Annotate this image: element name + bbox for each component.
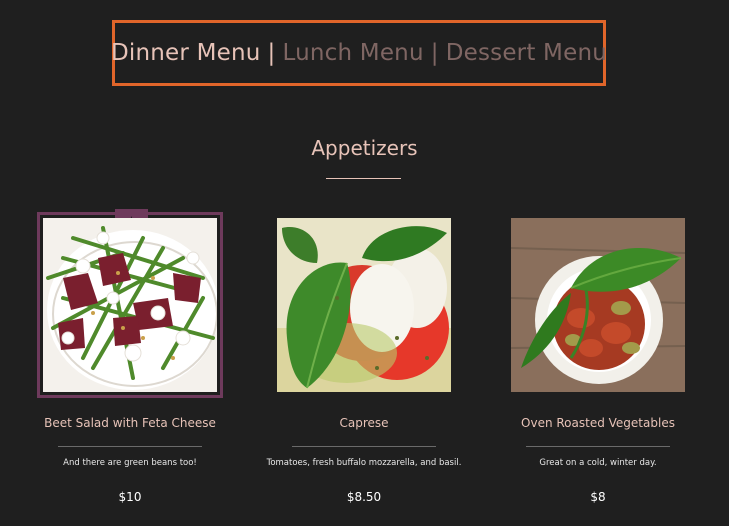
item-description: And there are green beans too! bbox=[63, 458, 197, 468]
caprese-image[interactable] bbox=[277, 218, 451, 392]
nav-separator: | bbox=[430, 40, 439, 66]
item-description: Tomatoes, fresh buffalo mozzarella, and … bbox=[266, 458, 462, 468]
section-divider bbox=[326, 178, 401, 179]
beet-salad-image[interactable] bbox=[43, 218, 217, 392]
item-name: Caprese bbox=[339, 416, 389, 430]
item-divider bbox=[526, 446, 670, 447]
item-price: $8.50 bbox=[346, 490, 382, 504]
item-divider bbox=[292, 446, 436, 447]
item-name: Oven Roasted Vegetables bbox=[521, 416, 675, 430]
roasted-vegetables-image[interactable] bbox=[511, 218, 685, 392]
item-description: Great on a cold, winter day. bbox=[539, 458, 657, 468]
item-divider bbox=[58, 446, 202, 447]
section-title: Appetizers bbox=[311, 136, 418, 160]
tab-dinner-menu[interactable]: Dinner Menu bbox=[111, 40, 261, 66]
tab-lunch-menu[interactable]: Lunch Menu bbox=[282, 40, 423, 66]
item-price: $8 bbox=[590, 490, 606, 504]
menu-nav: Dinner Menu | Lunch Menu | Dessert Menu bbox=[111, 20, 607, 86]
item-price: $10 bbox=[118, 490, 142, 504]
tab-dessert-menu[interactable]: Dessert Menu bbox=[446, 40, 607, 66]
nav-separator: | bbox=[267, 40, 276, 66]
item-name: Beet Salad with Feta Cheese bbox=[44, 416, 216, 430]
